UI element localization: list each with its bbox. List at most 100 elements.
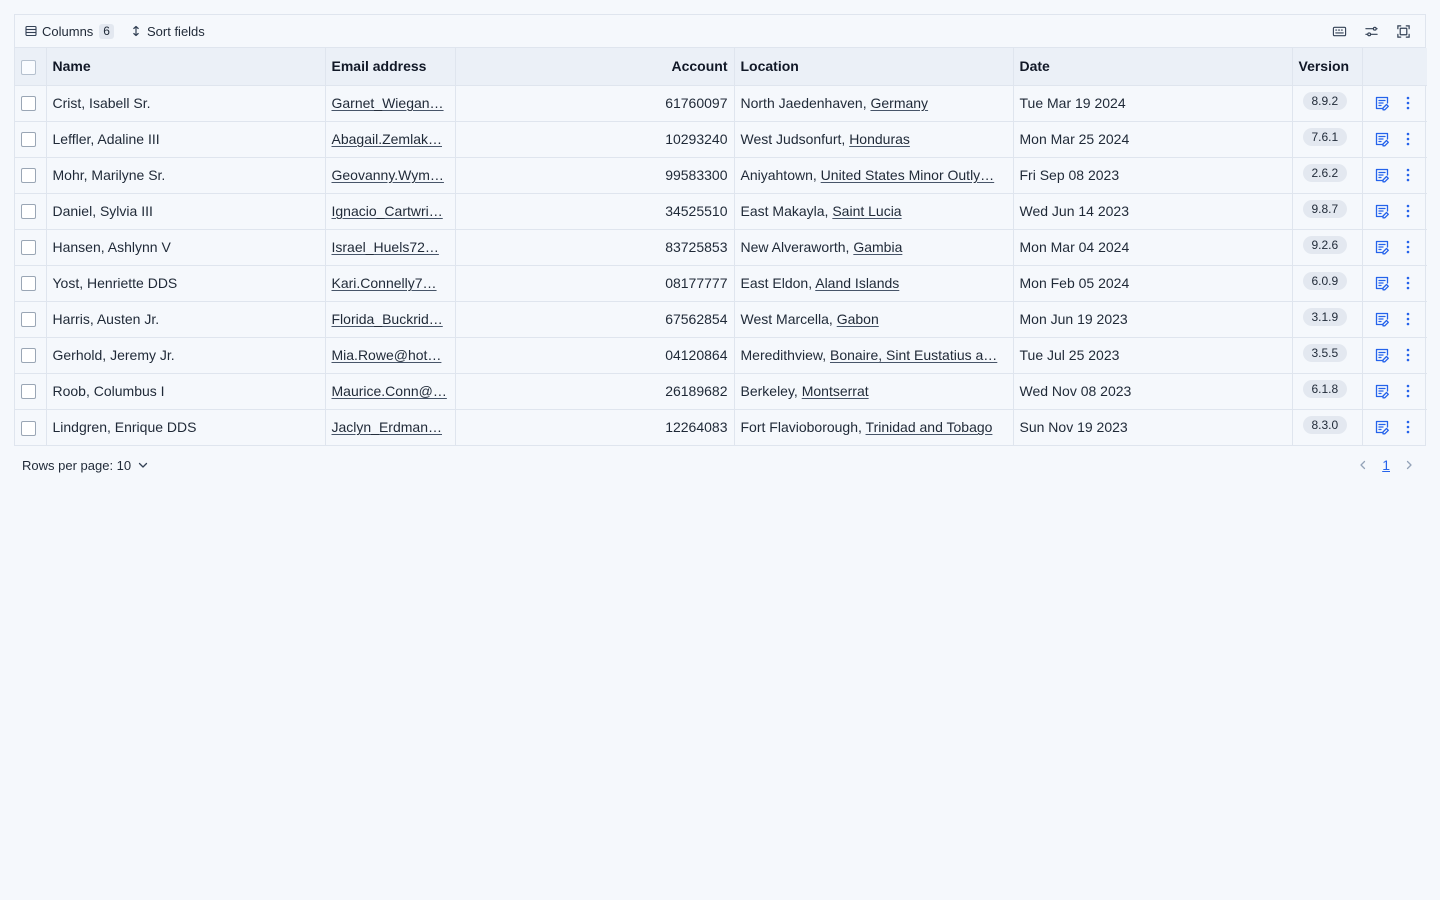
table-row[interactable]: Daniel, Sylvia III Ignacio_Cartwri… 345255… xyxy=(15,193,1427,230)
row-checkbox[interactable] xyxy=(21,312,36,328)
data-grid: Columns 6 Sort fields Name Email address xyxy=(14,14,1427,446)
row-menu-button[interactable] xyxy=(1399,130,1417,148)
country-link[interactable]: Gabon xyxy=(837,311,879,327)
sort-fields-label: Sort fields xyxy=(146,23,205,39)
email-link[interactable]: Kari.Connelly7… xyxy=(332,275,437,291)
table-row[interactable]: Harris, Austen Jr. Florida_Buckrid… 675628… xyxy=(15,301,1427,338)
edit-icon xyxy=(1375,276,1389,291)
table-row[interactable]: Gerhold, Jeremy Jr. Mia.Rowe@hot… 04120864… xyxy=(15,337,1427,374)
country-link[interactable]: Honduras xyxy=(849,131,910,147)
row-menu-button[interactable] xyxy=(1399,310,1417,328)
country-link[interactable]: Trinidad and Tobago xyxy=(866,419,993,435)
row-checkbox[interactable] xyxy=(21,348,36,364)
more-vertical-icon xyxy=(1406,204,1409,218)
country-link[interactable]: Bonaire, Sint Eustatius a… xyxy=(830,347,997,363)
next-page-button[interactable] xyxy=(1400,455,1418,475)
page-number-1[interactable]: 1 xyxy=(1378,457,1394,473)
row-checkbox[interactable] xyxy=(21,204,36,220)
row-menu-button[interactable] xyxy=(1399,274,1417,292)
row-menu-button[interactable] xyxy=(1399,238,1417,256)
email-link[interactable]: Geovanny.Wym… xyxy=(332,167,444,183)
email-link[interactable]: Garnet_Wiegan… xyxy=(332,95,444,111)
cell-account: 04120864 xyxy=(455,337,735,374)
cell-location: East Makayla, Saint Lucia xyxy=(734,193,1014,230)
row-checkbox[interactable] xyxy=(21,276,36,292)
email-link[interactable]: Ignacio_Cartwri… xyxy=(332,203,443,219)
table-row[interactable]: Yost, Henriette DDS Kari.Connelly7… 081777… xyxy=(15,265,1427,302)
header-version[interactable]: Version xyxy=(1292,48,1363,86)
header-date[interactable]: Date xyxy=(1013,48,1293,86)
location-city: Aniyahtown, xyxy=(740,167,817,183)
row-menu-button[interactable] xyxy=(1399,346,1417,364)
chevron-down-icon xyxy=(138,462,148,468)
cell-account: 34525510 xyxy=(455,193,735,230)
edit-row-button[interactable] xyxy=(1373,94,1391,112)
more-vertical-icon xyxy=(1406,96,1409,110)
cell-version: 9.8.7 xyxy=(1292,193,1363,230)
version-badge: 7.6.1 xyxy=(1302,128,1348,146)
rows-per-page-select[interactable]: Rows per page: 10 xyxy=(22,458,149,473)
table-row[interactable]: Roob, Columbus I Maurice.Conn@… 26189682 Be… xyxy=(15,373,1427,410)
cell-account: 10293240 xyxy=(455,121,735,158)
location-city: Berkeley, xyxy=(740,383,798,399)
header-location[interactable]: Location xyxy=(734,48,1014,86)
header-email[interactable]: Email address xyxy=(325,48,456,86)
email-link[interactable]: Florida_Buckrid… xyxy=(332,311,443,327)
edit-row-button[interactable] xyxy=(1373,346,1391,364)
more-vertical-icon xyxy=(1406,384,1409,398)
country-link[interactable]: Aland Islands xyxy=(815,275,899,291)
edit-row-button[interactable] xyxy=(1373,274,1391,292)
table-row[interactable]: Crist, Isabell Sr. Garnet_Wiegan… 61760097… xyxy=(15,85,1427,122)
email-link[interactable]: Abagail.Zemlak… xyxy=(332,131,443,147)
edit-icon xyxy=(1375,348,1389,363)
row-menu-button[interactable] xyxy=(1399,382,1417,400)
sort-fields-button[interactable]: Sort fields xyxy=(126,21,209,42)
filter-settings-button[interactable] xyxy=(1355,18,1387,44)
cell-date: Wed Nov 08 2023 xyxy=(1013,373,1293,410)
row-checkbox[interactable] xyxy=(21,96,36,112)
header-name[interactable]: Name xyxy=(46,48,326,86)
edit-row-button[interactable] xyxy=(1373,238,1391,256)
edit-row-button[interactable] xyxy=(1373,418,1391,436)
version-badge: 9.2.6 xyxy=(1302,236,1348,254)
row-menu-button[interactable] xyxy=(1399,202,1417,220)
fullscreen-button[interactable] xyxy=(1387,18,1419,44)
keyboard-shortcuts-button[interactable] xyxy=(1323,18,1355,44)
country-link[interactable]: Gambia xyxy=(853,239,902,255)
header-account[interactable]: Account xyxy=(455,48,735,86)
edit-row-button[interactable] xyxy=(1373,310,1391,328)
previous-page-button[interactable] xyxy=(1354,455,1372,475)
email-link[interactable]: Israel_Huels72… xyxy=(332,239,439,255)
row-checkbox[interactable] xyxy=(21,168,36,184)
chevron-right-icon xyxy=(1406,460,1412,470)
country-link[interactable]: United States Minor Outly… xyxy=(821,167,995,183)
email-link[interactable]: Maurice.Conn@… xyxy=(332,383,447,399)
edit-icon xyxy=(1375,204,1389,219)
table-row[interactable]: Hansen, Ashlynn V Israel_Huels72… 83725853… xyxy=(15,229,1427,266)
cell-email: Maurice.Conn@… xyxy=(325,373,456,410)
columns-button[interactable]: Columns 6 xyxy=(21,21,118,42)
row-checkbox[interactable] xyxy=(21,420,36,436)
select-all-checkbox[interactable] xyxy=(21,59,36,75)
row-checkbox[interactable] xyxy=(21,240,36,256)
table-row[interactable]: Leffler, Adaline III Abagail.Zemlak… 10293… xyxy=(15,121,1427,158)
edit-row-button[interactable] xyxy=(1373,202,1391,220)
country-link[interactable]: Germany xyxy=(870,95,928,111)
cell-name: Mohr, Marilyne Sr. xyxy=(46,157,326,194)
table-row[interactable]: Mohr, Marilyne Sr. Geovanny.Wym… 99583300 A… xyxy=(15,157,1427,194)
edit-row-button[interactable] xyxy=(1373,382,1391,400)
row-checkbox[interactable] xyxy=(21,384,36,400)
row-menu-button[interactable] xyxy=(1399,166,1417,184)
email-link[interactable]: Jaclyn_Erdman… xyxy=(332,419,443,435)
edit-row-button[interactable] xyxy=(1373,130,1391,148)
country-link[interactable]: Saint Lucia xyxy=(832,203,901,219)
row-checkbox[interactable] xyxy=(21,132,36,148)
row-menu-button[interactable] xyxy=(1399,418,1417,436)
edit-row-button[interactable] xyxy=(1373,166,1391,184)
row-menu-button[interactable] xyxy=(1399,94,1417,112)
table-row[interactable]: Lindgren, Enrique DDS Jaclyn_Erdman… 12264… xyxy=(15,409,1427,445)
email-link[interactable]: Mia.Rowe@hot… xyxy=(332,347,442,363)
cell-name: Daniel, Sylvia III xyxy=(46,193,326,230)
edit-icon xyxy=(1375,421,1389,435)
country-link[interactable]: Montserrat xyxy=(802,383,869,399)
